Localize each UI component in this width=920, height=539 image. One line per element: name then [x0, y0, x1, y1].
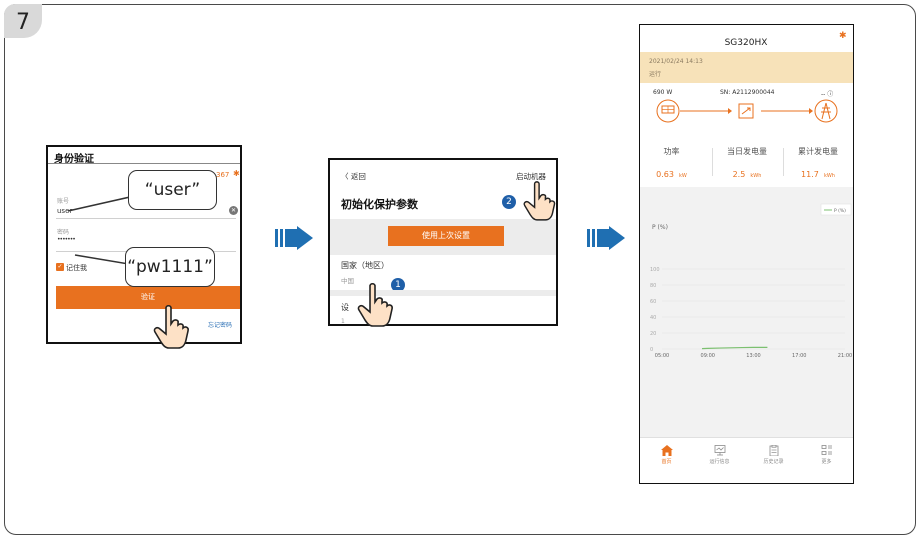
clipboard-icon — [769, 445, 778, 456]
account-underline — [56, 218, 236, 219]
chart-ytick-label: 40 — [650, 315, 656, 321]
tap-hand-icon-country — [357, 282, 393, 327]
menu-grid-icon — [821, 445, 832, 455]
chart-xtick-label: 13:00 — [746, 353, 760, 359]
clear-icon[interactable]: ✕ — [229, 206, 238, 215]
tab-run-info[interactable]: 运行信息 — [693, 445, 746, 465]
chart-series-line — [702, 346, 768, 350]
tab-home-label: 首页 — [661, 459, 672, 465]
tab-history-label: 历史记录 — [763, 459, 784, 465]
power-chart: P (%) 0 20 40 60 80 100 05:00 09:00 13:00 17:00 21:… — [650, 203, 852, 359]
marker-2-text: 2 — [506, 197, 512, 207]
tap-hand-icon-start — [523, 181, 556, 221]
bubble-user: “user” — [128, 170, 217, 210]
use-last-settings-label: 使用上次设置 — [422, 231, 470, 240]
monitor-icon — [714, 445, 725, 456]
country-label[interactable]: 国家（地区） — [341, 260, 389, 271]
chart-legend-label: P (%) — [834, 208, 846, 214]
next-step-arrow-2 — [587, 226, 625, 250]
verify-button-label: 验证 — [141, 293, 155, 301]
init-params-title: 初始化保护参数 — [341, 198, 418, 211]
next-step-arrow — [275, 226, 313, 250]
tap-hand-icon — [153, 304, 189, 349]
verify-button[interactable]: 验证 — [56, 286, 240, 309]
device-value: 1 — [341, 318, 345, 325]
bluetooth-icon: ✱ — [233, 169, 240, 178]
bubble-password: “pw1111” — [125, 247, 215, 287]
step-number-badge: 7 — [4, 4, 42, 38]
chart-ytick-label: 20 — [650, 331, 656, 337]
marker-2: 2 — [502, 195, 516, 209]
back-button[interactable]: 〈 返回 — [341, 171, 366, 182]
tab-more[interactable]: 更多 — [800, 445, 853, 465]
tabbar-divider — [640, 437, 853, 438]
remember-checkbox[interactable]: ✓ — [56, 263, 64, 271]
tab-run-info-label: 运行信息 — [709, 459, 730, 465]
chart-xtick-label: 05:00 — [655, 353, 669, 359]
chart-xtick-label: 17:00 — [792, 353, 806, 359]
chart-ytick-label: 60 — [650, 299, 656, 305]
password-input[interactable]: ••••••• — [57, 236, 76, 243]
use-last-settings-button[interactable]: 使用上次设置 — [388, 226, 504, 246]
bubble-password-text: “pw1111” — [127, 257, 213, 277]
home-icon — [660, 445, 673, 456]
status-fragment: 367 — [216, 171, 230, 179]
tab-more-label: 更多 — [821, 459, 832, 465]
chart-ytick-label: 0 — [650, 347, 653, 353]
account-label: 账号 — [57, 198, 70, 205]
chart-xtick-label: 21:00 — [838, 353, 852, 359]
chart-ylabel: P (%) — [652, 224, 668, 231]
account-input[interactable]: user — [57, 207, 72, 215]
home-screen: SG320HX ✱ 2021/02/24 14:13 运行 690 W SN: … — [639, 24, 854, 484]
device-label: 设 — [341, 303, 349, 312]
tab-home[interactable]: 首页 — [640, 445, 693, 465]
chart-ytick-label: 100 — [650, 267, 660, 273]
remember-label: 记住我 — [66, 264, 87, 272]
chart-ytick-label: 80 — [650, 283, 656, 289]
chart-xtick-label: 09:00 — [701, 353, 715, 359]
tab-history[interactable]: 历史记录 — [747, 445, 800, 465]
bubble-user-text: “user” — [144, 180, 201, 200]
forgot-password-link[interactable]: 忘记密码 — [208, 320, 232, 329]
step-number: 7 — [16, 9, 30, 35]
title-divider — [48, 163, 240, 164]
password-label: 密码 — [57, 229, 70, 236]
country-value: 中国 — [341, 277, 354, 285]
